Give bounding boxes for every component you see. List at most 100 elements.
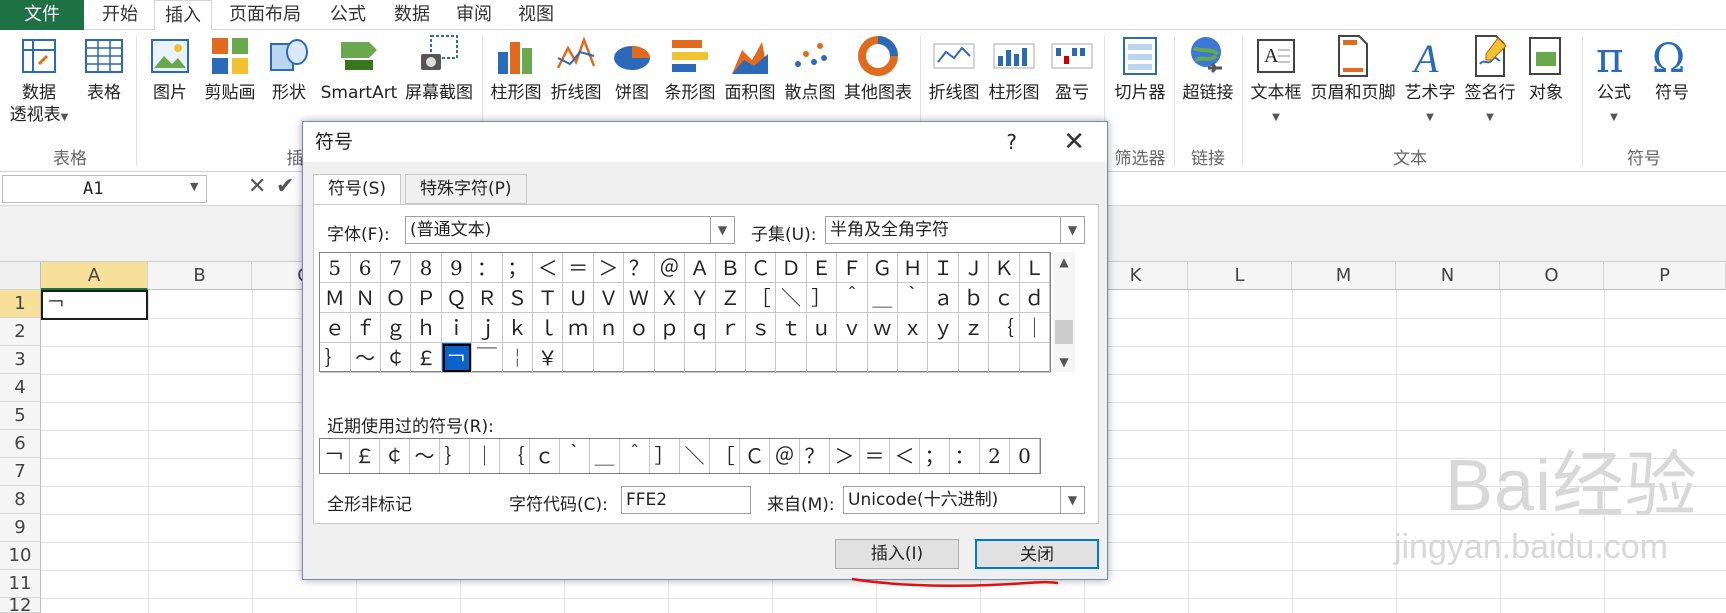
symbol-cell[interactable]: Ｚ: [715, 283, 746, 313]
recent-symbol-cell[interactable]: ；: [920, 439, 950, 473]
symbol-cell[interactable]: Ｙ: [685, 283, 716, 313]
pie-chart-button[interactable]: 饼图: [608, 34, 656, 104]
symbol-cell[interactable]: Ｄ: [776, 253, 807, 283]
recent-symbol-cell[interactable]: ｀: [560, 439, 590, 473]
symbol-cell[interactable]: Ｊ: [958, 253, 990, 283]
char-code-input[interactable]: FFE2: [621, 486, 751, 514]
symbol-cell[interactable]: ｜: [1019, 313, 1051, 343]
row-header-7[interactable]: 7: [0, 458, 41, 486]
recent-symbol-cell[interactable]: ＿: [590, 439, 620, 473]
recent-symbol-cell[interactable]: ｃ: [530, 439, 560, 473]
row-header-11[interactable]: 11: [0, 570, 41, 598]
symbol-cell[interactable]: ｖ: [837, 313, 868, 343]
symbol-cell[interactable]: ｈ: [411, 313, 442, 343]
symbol-cell[interactable]: ｅ: [320, 313, 351, 343]
recent-symbol-cell[interactable]: 0: [1010, 439, 1040, 473]
cell-a1[interactable]: ￢: [41, 290, 148, 320]
close-button[interactable]: 关闭: [975, 539, 1099, 569]
symbol-cell[interactable]: Ｃ: [745, 253, 777, 283]
symbol-cell[interactable]: ａ: [928, 283, 959, 313]
symbol-cell[interactable]: 6: [350, 253, 381, 283]
object-button[interactable]: 对象: [1520, 34, 1572, 104]
row-header-5[interactable]: 5: [0, 402, 41, 430]
close-icon[interactable]: ✕: [1063, 122, 1085, 162]
symbol-cell[interactable]: [806, 343, 838, 373]
column-header-p[interactable]: P: [1604, 262, 1726, 290]
symbol-cell[interactable]: ？: [624, 253, 655, 283]
symbol-cell[interactable]: ｄ: [1019, 283, 1051, 313]
symbol-cell[interactable]: ｎ: [593, 313, 625, 343]
symbol-cell[interactable]: ￡: [411, 343, 442, 373]
recent-symbol-cell[interactable]: ￡: [350, 439, 380, 473]
symbol-cell[interactable]: ｑ: [685, 313, 716, 343]
recent-symbol-cell[interactable]: ＾: [620, 439, 650, 473]
symbol-cell[interactable]: [928, 343, 959, 373]
symbol-cell[interactable]: ｆ: [350, 313, 381, 343]
clipart-button[interactable]: 剪贴画: [200, 34, 260, 104]
row-header-12[interactable]: 12: [0, 598, 41, 613]
select-all-corner[interactable]: [0, 262, 41, 290]
symbol-cell[interactable]: Ｇ: [867, 253, 898, 283]
row-header-2[interactable]: 2: [0, 318, 41, 346]
symbol-cell[interactable]: ｋ: [502, 313, 533, 343]
symbol-cell[interactable]: Ｓ: [502, 283, 533, 313]
symbol-cell[interactable]: Ｋ: [989, 253, 1020, 283]
tab-page-layout[interactable]: 页面布局: [220, 0, 310, 30]
symbol-cell[interactable]: Ｗ: [624, 283, 655, 313]
symbol-cell[interactable]: 9: [441, 253, 473, 283]
symbol-cell[interactable]: ｕ: [806, 313, 838, 343]
symbol-cell[interactable]: ｙ: [928, 313, 959, 343]
symbol-cell[interactable]: 8: [411, 253, 442, 283]
symbol-cell[interactable]: Ｕ: [563, 283, 594, 313]
recent-symbol-cell[interactable]: ｜: [470, 439, 500, 473]
recent-symbol-cell[interactable]: ＜: [890, 439, 920, 473]
column-chart-button[interactable]: 柱形图: [486, 34, 546, 104]
symbol-cell[interactable]: ＜: [532, 253, 564, 283]
symbol-cell[interactable]: [867, 343, 898, 373]
recent-symbol-cell[interactable]: ］: [650, 439, 680, 473]
column-header-m[interactable]: M: [1292, 262, 1396, 290]
symbol-cell[interactable]: Ｆ: [837, 253, 868, 283]
recent-symbol-cell[interactable]: ～: [410, 439, 440, 473]
recent-symbol-cell[interactable]: ＞: [830, 439, 860, 473]
symbol-cell[interactable]: ｉ: [441, 313, 473, 343]
shapes-button[interactable]: 形状: [264, 34, 314, 104]
row-header-1[interactable]: 1: [0, 290, 41, 318]
symbol-cell[interactable]: Ｍ: [320, 283, 351, 313]
symbol-cell[interactable]: ；: [502, 253, 533, 283]
row-header-6[interactable]: 6: [0, 430, 41, 458]
scroll-up-icon[interactable]: ▲: [1053, 252, 1075, 272]
picture-button[interactable]: 图片: [144, 34, 196, 104]
symbol-cell[interactable]: Ｈ: [897, 253, 929, 283]
font-select[interactable]: (普通文本) ▼: [405, 216, 735, 244]
symbol-cell[interactable]: Ｑ: [441, 283, 473, 313]
symbol-cell[interactable]: ｇ: [380, 313, 412, 343]
column-header-b[interactable]: B: [148, 262, 252, 290]
symbol-cell[interactable]: ｚ: [958, 313, 990, 343]
symbol-cell[interactable]: ｊ: [472, 313, 503, 343]
tab-special-characters[interactable]: 特殊字符(P): [405, 174, 527, 204]
recent-symbol-cell[interactable]: ｛: [500, 439, 530, 473]
symbol-cell[interactable]: Ｖ: [593, 283, 625, 313]
recent-symbol-cell[interactable]: ：: [950, 439, 980, 473]
symbol-cell[interactable]: ￤: [502, 343, 533, 373]
wordart-button[interactable]: A 艺术字 ▼: [1400, 34, 1460, 129]
recent-symbol-cell[interactable]: ＠: [770, 439, 800, 473]
symbol-cell[interactable]: ＼: [776, 283, 807, 313]
row-header-4[interactable]: 4: [0, 374, 41, 402]
symbol-cell[interactable]: ｍ: [563, 313, 594, 343]
symbol-cell[interactable]: ￥: [532, 343, 564, 373]
symbol-cell[interactable]: [745, 343, 777, 373]
symbol-cell[interactable]: Ｒ: [472, 283, 503, 313]
symbol-button[interactable]: Ω 符号: [1646, 34, 1698, 104]
signature-line-button[interactable]: 签名行 ▼: [1460, 34, 1520, 129]
chevron-down-icon[interactable]: ▼: [190, 180, 198, 193]
row-header-9[interactable]: 9: [0, 514, 41, 542]
table-button[interactable]: 表格: [78, 34, 130, 104]
name-box[interactable]: A1: [2, 175, 207, 203]
symbol-cell[interactable]: ｃ: [989, 283, 1020, 313]
scroll-down-icon[interactable]: ▼: [1053, 352, 1075, 372]
symbol-cell[interactable]: Ｉ: [928, 253, 959, 283]
symbol-cell[interactable]: [989, 343, 1020, 373]
hyperlink-button[interactable]: 超链接: [1178, 34, 1238, 104]
